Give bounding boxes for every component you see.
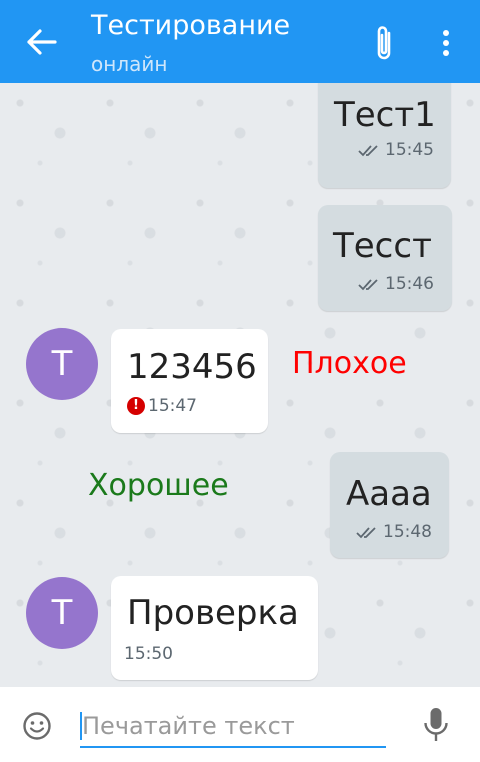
message-meta: ! 15:47 (127, 396, 197, 416)
avatar[interactable]: Т (26, 577, 98, 649)
message-time: 15:45 (385, 140, 434, 160)
message-time: 15:50 (124, 644, 173, 664)
paperclip-icon[interactable] (370, 24, 398, 64)
message-time: 15:48 (383, 522, 432, 542)
message-list[interactable]: Тест1 15:45 Тесст 15:46 Т 123456 ! 15:47… (0, 83, 480, 687)
chat-status: онлайн (91, 52, 168, 76)
avatar[interactable]: Т (26, 328, 98, 400)
message-bubble-incoming[interactable]: Проверка 15:50 (111, 576, 318, 680)
chat-header: Тестирование онлайн (0, 0, 480, 83)
more-vert-icon[interactable] (436, 28, 456, 58)
message-meta: 15:45 (358, 140, 434, 160)
text-caret (80, 712, 82, 740)
double-check-icon (358, 145, 378, 157)
message-text: Тесст (333, 226, 432, 266)
message-bubble-incoming[interactable]: 123456 ! 15:47 (111, 329, 268, 433)
message-meta: 15:48 (356, 522, 432, 542)
double-check-icon (356, 527, 376, 539)
smiley-icon[interactable] (22, 711, 52, 741)
message-time: 15:46 (385, 274, 434, 294)
message-bubble-outgoing[interactable]: Тест1 15:45 (318, 83, 451, 188)
annotation-good: Хорошее (88, 468, 229, 503)
message-meta: 15:46 (358, 274, 434, 294)
double-check-icon (358, 279, 378, 291)
arrow-left-icon[interactable] (26, 28, 58, 56)
error-icon[interactable]: ! (127, 397, 145, 415)
message-text: Тест1 (334, 95, 436, 135)
message-meta: 15:50 (124, 644, 173, 664)
microphone-icon[interactable] (422, 706, 450, 746)
message-text: Проверка (127, 593, 299, 633)
message-time: 15:47 (148, 396, 197, 416)
chat-title[interactable]: Тестирование (91, 10, 290, 41)
message-bubble-outgoing[interactable]: Аааа 15:48 (330, 452, 449, 558)
message-text: 123456 (127, 347, 257, 387)
message-text: Аааа (346, 474, 432, 514)
message-bubble-outgoing[interactable]: Тесст 15:46 (318, 205, 452, 311)
annotation-bad: Плохое (292, 346, 407, 381)
message-input[interactable] (80, 706, 386, 748)
